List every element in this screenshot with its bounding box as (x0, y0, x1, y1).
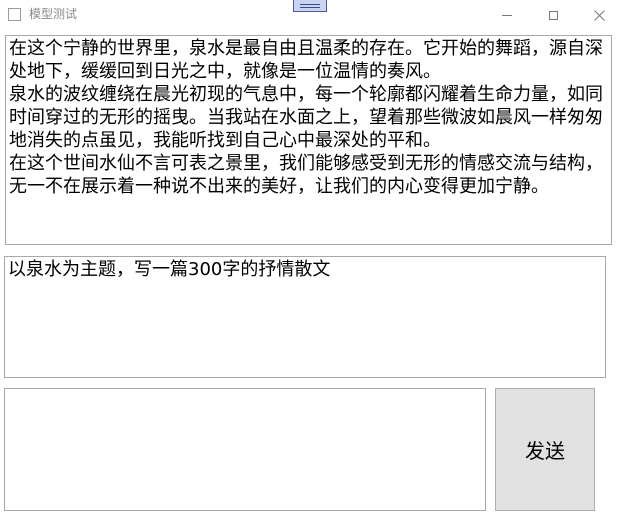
main-window: 模型测试 在这个宁静的世界里，泉水是最自由且温柔的存在。它开始的舞蹈，源自深处地… (0, 0, 622, 513)
minimize-button[interactable] (484, 0, 530, 30)
prompt-text: 以泉水为主题，写一篇300字的抒情散文 (8, 259, 331, 280)
message-input[interactable] (4, 388, 486, 511)
response-output-textbox[interactable]: 在这个宁静的世界里，泉水是最自由且温柔的存在。它开始的舞蹈，源自深处地下，缓缓回… (5, 35, 612, 245)
close-button[interactable] (576, 0, 622, 30)
send-button-label: 发送 (525, 439, 565, 463)
send-button[interactable]: 发送 (495, 388, 595, 511)
close-icon (593, 9, 605, 21)
window-title: 模型测试 (29, 7, 78, 21)
minimize-icon (502, 14, 512, 16)
drag-handle-icon[interactable] (293, 0, 327, 12)
title-bar[interactable]: 模型测试 (0, 0, 622, 30)
maximize-button[interactable] (530, 0, 576, 30)
maximize-icon (548, 10, 558, 20)
response-text: 在这个宁静的世界里，泉水是最自由且温柔的存在。它开始的舞蹈，源自深处地下，缓缓回… (9, 38, 603, 197)
prompt-textbox[interactable]: 以泉水为主题，写一篇300字的抒情散文 (4, 256, 606, 378)
app-window-icon (8, 8, 21, 21)
